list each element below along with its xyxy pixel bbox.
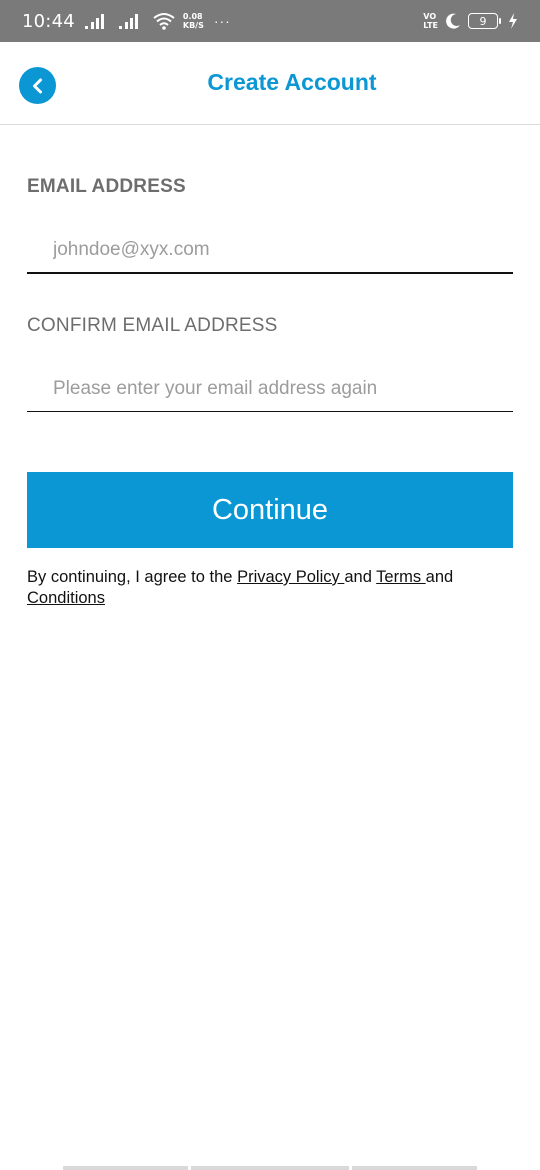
network-speed-value: 0.08 (182, 12, 203, 21)
status-bar: 10:44 0.08 KB/S ··· VO LTE 9 (0, 0, 540, 42)
status-bar-right: VO LTE 9 (423, 0, 518, 42)
more-notifications: ··· (213, 13, 231, 29)
battery-icon: 9 (468, 13, 501, 29)
network-speed: 0.08 KB/S (183, 12, 204, 30)
nav-hint-center (191, 1166, 349, 1170)
signal-icon (118, 13, 143, 29)
legal-suffix: and (425, 568, 454, 586)
volte-indicator: VO LTE (423, 12, 438, 30)
terms-link[interactable]: Terms (376, 568, 426, 586)
status-bar-left: 10:44 0.08 KB/S ··· (22, 0, 231, 42)
legal-middle: and (344, 568, 377, 586)
volte-top: VO (423, 12, 437, 21)
email-label: EMAIL ADDRESS (27, 176, 186, 197)
battery-level: 9 (479, 14, 487, 28)
status-time: 10:44 (22, 10, 75, 32)
conditions-link[interactable]: Conditions (27, 589, 105, 607)
wifi-icon (153, 13, 175, 30)
charging-icon (509, 13, 517, 29)
nav-hint-right (352, 1166, 477, 1170)
confirm-email-field[interactable] (27, 366, 513, 412)
network-speed-unit: KB/S (182, 21, 204, 30)
app-header: Create Account (0, 42, 540, 125)
legal-prefix: By continuing, I agree to the (27, 568, 238, 586)
email-field[interactable] (27, 228, 513, 274)
signal-icon (84, 13, 109, 29)
volte-bottom: LTE (423, 21, 438, 30)
privacy-policy-link[interactable]: Privacy Policy (237, 568, 344, 586)
nav-hint-left (63, 1166, 188, 1170)
confirm-email-label: CONFIRM EMAIL ADDRESS (27, 315, 278, 336)
legal-text: By continuing, I agree to the Privacy Po… (27, 567, 513, 609)
page-title: Create Account (207, 69, 377, 95)
moon-icon (446, 13, 460, 29)
continue-button[interactable]: Continue (27, 472, 513, 548)
